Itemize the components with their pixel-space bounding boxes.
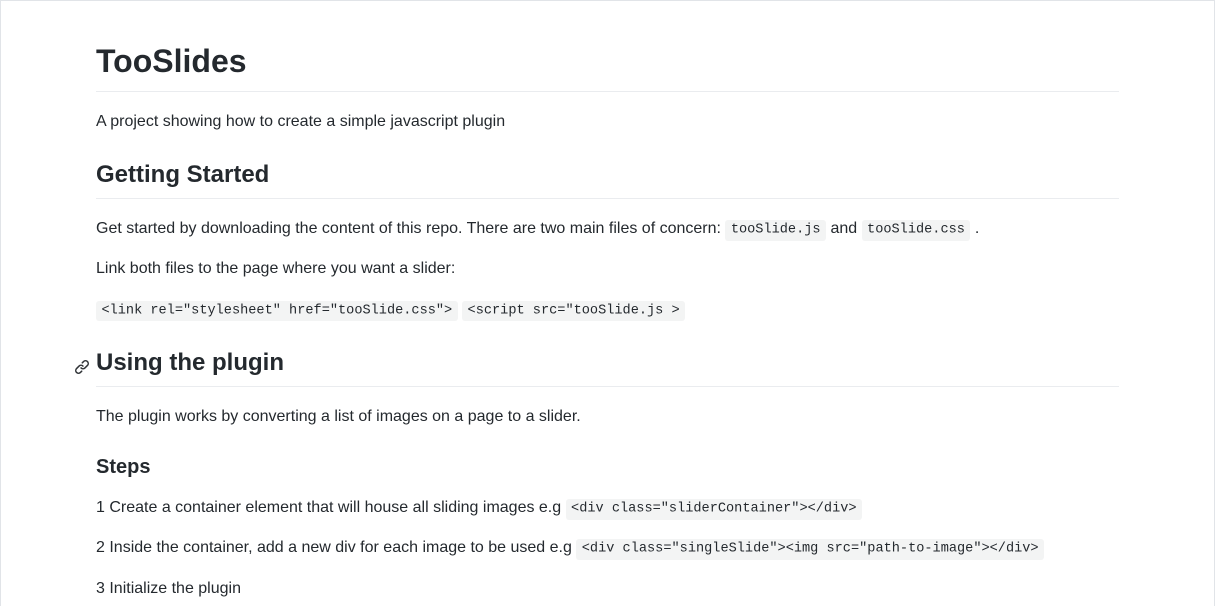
intro-paragraph: A project showing how to create a simple… bbox=[96, 110, 1119, 134]
link-code-block: <link rel="stylesheet" href="tooSlide.cs… bbox=[96, 297, 1119, 321]
step-1: 1 Create a container element that will h… bbox=[96, 496, 1119, 520]
step-1-code: <div class="sliderContainer"></div> bbox=[566, 499, 862, 519]
gs-text-mid: and bbox=[830, 220, 861, 237]
inline-code-script-tag: <script src="tooSlide.js > bbox=[462, 301, 685, 321]
step-2-text: 2 Inside the container, add a new div fo… bbox=[96, 539, 576, 556]
heading-steps: Steps bbox=[96, 455, 1119, 480]
getting-started-para1: Get started by downloading the content o… bbox=[96, 217, 1119, 241]
readme-title: TooSlides bbox=[96, 41, 1119, 92]
inline-code-tooslide-js: tooSlide.js bbox=[725, 220, 826, 240]
anchor-link-icon[interactable] bbox=[74, 352, 92, 370]
using-para1: The plugin works by converting a list of… bbox=[96, 405, 1119, 429]
link-icon bbox=[74, 353, 90, 380]
inline-code-link-tag: <link rel="stylesheet" href="tooSlide.cs… bbox=[96, 301, 458, 321]
getting-started-para2: Link both files to the page where you wa… bbox=[96, 257, 1119, 281]
inline-code-tooslide-css: tooSlide.css bbox=[862, 220, 971, 240]
step-1-text: 1 Create a container element that will h… bbox=[96, 499, 566, 516]
gs-text-suffix: . bbox=[975, 220, 979, 237]
heading-using-text: Using the plugin bbox=[96, 349, 284, 376]
step-3: 3 Initialize the plugin bbox=[96, 577, 1119, 601]
page-container: TooSlides A project showing how to creat… bbox=[0, 0, 1215, 606]
heading-using-the-plugin: Using the plugin bbox=[96, 348, 1119, 387]
readme-body: TooSlides A project showing how to creat… bbox=[1, 1, 1214, 601]
step-2-code: <div class="singleSlide"><img src="path-… bbox=[576, 539, 1044, 559]
heading-getting-started: Getting Started bbox=[96, 160, 1119, 199]
step-2: 2 Inside the container, add a new div fo… bbox=[96, 536, 1119, 560]
gs-text-prefix: Get started by downloading the content o… bbox=[96, 220, 725, 237]
